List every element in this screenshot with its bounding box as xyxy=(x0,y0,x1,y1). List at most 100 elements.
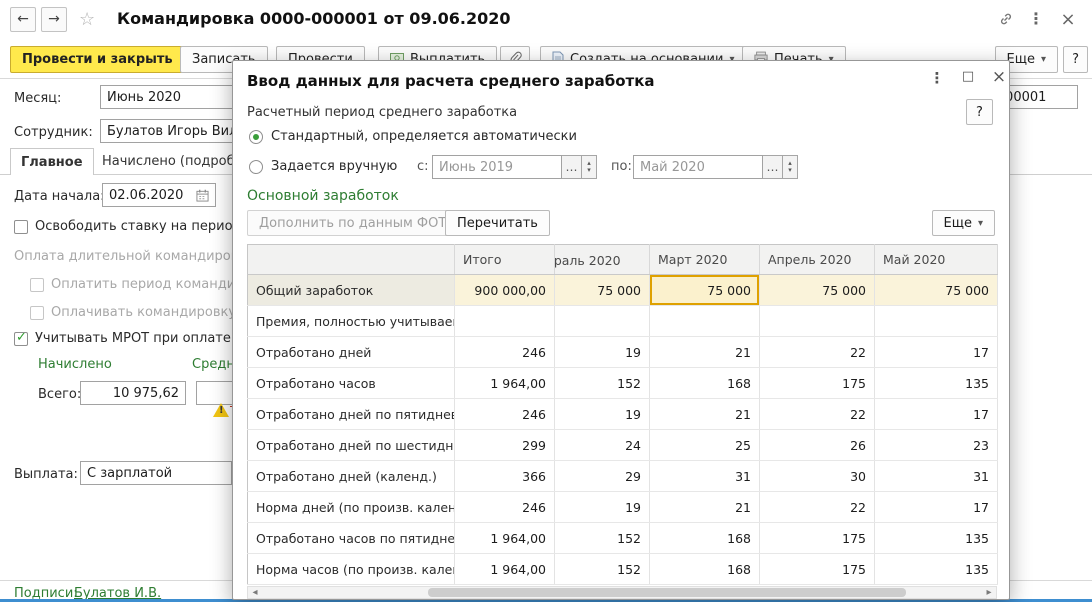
reread-button[interactable]: Перечитать xyxy=(445,210,550,236)
cell[interactable]: 31 xyxy=(650,461,760,492)
menu-dots-icon[interactable]: ⋮ xyxy=(1026,9,1046,28)
cell[interactable]: 175 xyxy=(760,523,875,554)
cell[interactable]: 31 xyxy=(875,461,998,492)
favorite-star-icon[interactable]: ☆ xyxy=(79,9,95,30)
cell[interactable] xyxy=(875,306,998,337)
cell[interactable]: 22 xyxy=(760,399,875,430)
dialog-close-icon[interactable]: × xyxy=(988,67,1010,87)
column-header-feb[interactable]: Февраль 2020 xyxy=(555,245,650,275)
cell[interactable]: 75 000 xyxy=(555,275,650,306)
from-input[interactable]: Июнь 2019 xyxy=(432,155,562,179)
back-button[interactable]: ← xyxy=(10,7,36,32)
cell[interactable]: 299 xyxy=(455,430,555,461)
calendar-icon[interactable] xyxy=(196,189,209,202)
table-row[interactable]: Норма часов (по произв. календа... 1 964… xyxy=(248,554,998,585)
row-label[interactable]: Отработано дней по шестидневно... xyxy=(248,430,455,461)
cell[interactable]: 175 xyxy=(760,368,875,399)
cell[interactable]: 25 xyxy=(650,430,760,461)
cell[interactable]: 1 964,00 xyxy=(455,554,555,585)
cell[interactable]: 175 xyxy=(760,554,875,585)
row-label[interactable]: Отработано дней по пятидневной ... xyxy=(248,399,455,430)
radio-standard-label[interactable]: Стандартный, определяется автоматически xyxy=(271,129,577,144)
dialog-menu-dots-icon[interactable]: ⋮ xyxy=(926,69,948,87)
cell[interactable]: 246 xyxy=(455,337,555,368)
employee-input[interactable]: Булатов Игорь Виле xyxy=(100,119,250,143)
cell[interactable]: 1 964,00 xyxy=(455,368,555,399)
row-label[interactable]: Отработано дней (календ.) xyxy=(248,461,455,492)
radio-manual-label[interactable]: Задается вручную xyxy=(271,159,397,174)
free-rate-checkbox[interactable] xyxy=(14,220,28,234)
cell[interactable]: 21 xyxy=(650,492,760,523)
scroll-right-button[interactable]: ▸ xyxy=(982,587,996,598)
table-row[interactable]: Отработано дней (календ.) 366 29 31 30 3… xyxy=(248,461,998,492)
average-link[interactable]: Средн xyxy=(192,357,235,372)
cell[interactable] xyxy=(555,306,650,337)
row-label[interactable]: Норма дней (по произв. календар... xyxy=(248,492,455,523)
from-spinner[interactable]: ▴ ▾ xyxy=(582,155,597,179)
cell[interactable]: 30 xyxy=(760,461,875,492)
dialog-help-button[interactable]: ? xyxy=(966,99,993,125)
month-input[interactable]: Июнь 2020 xyxy=(100,85,240,109)
cell[interactable] xyxy=(760,306,875,337)
to-input[interactable]: Май 2020 xyxy=(633,155,763,179)
table-row[interactable]: Отработано дней 246 19 21 22 17 xyxy=(248,337,998,368)
row-label[interactable]: Премия, полностью учитываемая xyxy=(248,306,455,337)
cell[interactable] xyxy=(650,306,760,337)
cell[interactable]: 22 xyxy=(760,492,875,523)
table-row[interactable]: Премия, полностью учитываемая xyxy=(248,306,998,337)
dialog-maximize-icon[interactable]: □ xyxy=(957,69,979,84)
cell[interactable]: 17 xyxy=(875,492,998,523)
dialog-more-button[interactable]: Еще ▾ xyxy=(932,210,996,236)
to-ellipsis-button[interactable]: … xyxy=(763,155,783,179)
scroll-left-button[interactable]: ◂ xyxy=(248,587,262,598)
cell[interactable]: 29 xyxy=(555,461,650,492)
cell[interactable]: 152 xyxy=(555,523,650,554)
cell[interactable]: 17 xyxy=(875,337,998,368)
cell[interactable]: 19 xyxy=(555,492,650,523)
cell[interactable]: 17 xyxy=(875,399,998,430)
column-header-total[interactable]: Итого xyxy=(455,245,555,275)
cell[interactable]: 75 000 xyxy=(875,275,998,306)
scroll-thumb[interactable] xyxy=(428,588,906,597)
row-label[interactable]: Отработано часов по пятидневно... xyxy=(248,523,455,554)
total-input[interactable]: 10 975,62 xyxy=(80,381,186,405)
link-icon[interactable] xyxy=(996,11,1016,31)
start-date-input[interactable]: 02.06.2020 xyxy=(102,183,216,207)
payout-select[interactable]: С зарплатой xyxy=(80,461,232,485)
cell[interactable] xyxy=(455,306,555,337)
cell[interactable]: 246 xyxy=(455,399,555,430)
cell[interactable]: 135 xyxy=(875,368,998,399)
mrot-checkbox[interactable]: ✓ xyxy=(14,332,28,346)
to-spinner[interactable]: ▴ ▾ xyxy=(783,155,798,179)
cell[interactable]: 366 xyxy=(455,461,555,492)
post-and-close-button[interactable]: Провести и закрыть xyxy=(10,46,185,73)
cell[interactable]: 19 xyxy=(555,399,650,430)
cell[interactable]: 135 xyxy=(875,554,998,585)
selected-cell[interactable]: 75 000 xyxy=(650,275,760,306)
cell[interactable]: 24 xyxy=(555,430,650,461)
row-label[interactable]: Отработано дней xyxy=(248,337,455,368)
cell[interactable]: 75 000 xyxy=(760,275,875,306)
from-ellipsis-button[interactable]: … xyxy=(562,155,582,179)
cell[interactable]: 21 xyxy=(650,337,760,368)
cell[interactable]: 168 xyxy=(650,368,760,399)
table-row[interactable]: Отработано дней по пятидневной ... 246 1… xyxy=(248,399,998,430)
row-label[interactable]: Норма часов (по произв. календа... xyxy=(248,554,455,585)
close-icon[interactable]: × xyxy=(1058,9,1078,30)
cell[interactable]: 900 000,00 xyxy=(455,275,555,306)
table-row[interactable]: Отработано часов 1 964,00 152 168 175 13… xyxy=(248,368,998,399)
radio-manual[interactable] xyxy=(249,160,263,174)
cell[interactable]: 26 xyxy=(760,430,875,461)
help-button[interactable]: ? xyxy=(1063,46,1088,73)
cell[interactable]: 168 xyxy=(650,554,760,585)
table-row[interactable]: Отработано часов по пятидневно... 1 964,… xyxy=(248,523,998,554)
column-header-apr[interactable]: Апрель 2020 xyxy=(760,245,875,275)
row-label[interactable]: Отработано часов xyxy=(248,368,455,399)
table-row[interactable]: Норма дней (по произв. календар... 246 1… xyxy=(248,492,998,523)
forward-button[interactable]: → xyxy=(41,7,67,32)
tab-main[interactable]: Главное xyxy=(10,148,94,175)
table-row[interactable]: Отработано дней по шестидневно... 299 24… xyxy=(248,430,998,461)
cell[interactable]: 22 xyxy=(760,337,875,368)
cell[interactable]: 1 964,00 xyxy=(455,523,555,554)
cell[interactable]: 21 xyxy=(650,399,760,430)
